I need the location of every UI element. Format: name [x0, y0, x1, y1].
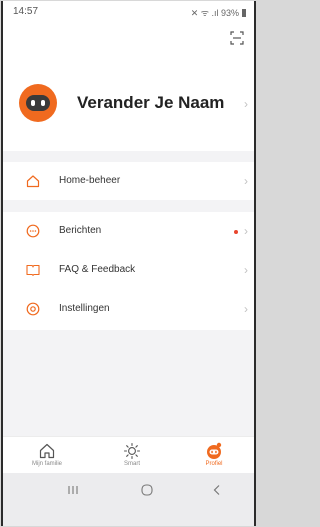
system-nav-bar: [3, 473, 254, 526]
back-icon[interactable]: [209, 483, 225, 497]
tab-label-me: Profiel: [205, 461, 223, 467]
menu-label-faq: FAQ & Feedback: [59, 264, 136, 275]
settings-icon: [26, 302, 40, 316]
house-icon: [39, 443, 55, 459]
chevron-right-icon: ›: [244, 263, 248, 277]
tab-smart[interactable]: Smart: [102, 437, 162, 473]
book-icon: [26, 264, 40, 277]
robot-eye-right: [41, 100, 45, 106]
robot-eye-left: [31, 100, 35, 106]
menu-item-home-management[interactable]: Home-beheer ›: [3, 162, 254, 201]
chevron-right-icon: ›: [244, 302, 248, 316]
menu-item-messages[interactable]: Berichten ›: [3, 212, 254, 251]
notification-dot: [234, 230, 238, 234]
robot-avatar-icon: [207, 442, 222, 459]
profile-header: Verander Je Naam ›: [3, 23, 254, 151]
menu-item-settings[interactable]: Instellingen ›: [3, 290, 254, 329]
menu-label-settings: Instellingen: [59, 303, 110, 314]
profile-name[interactable]: Verander Je Naam: [77, 93, 224, 113]
tab-home[interactable]: Mijn familie: [17, 437, 77, 473]
status-bar: 14:57 ✕ ᯤ .ıl 93%: [3, 1, 254, 23]
menu-label-home-management: Home-beheer: [59, 175, 121, 186]
status-time: 14:57: [13, 6, 39, 17]
phone-screen: 14:57 ✕ ᯤ .ıl 93% Verander Je Naam › Hom…: [1, 1, 256, 526]
avatar[interactable]: [19, 84, 57, 122]
chat-bubble-icon: [26, 224, 40, 238]
menu-group-home: Home-beheer ›: [3, 162, 254, 200]
recent-apps-icon[interactable]: [65, 483, 81, 497]
sun-icon: [123, 442, 141, 460]
house-icon: [26, 175, 40, 188]
tab-label-home: Mijn familie: [31, 461, 62, 467]
tab-me[interactable]: Profiel: [184, 437, 244, 473]
menu-item-faq[interactable]: FAQ & Feedback ›: [3, 251, 254, 290]
tab-label-smart: Smart: [123, 461, 140, 467]
bottom-tab-bar: Mijn familie Smart Profiel: [3, 436, 254, 473]
menu-group-main: Berichten › FAQ & Feedback › Instellinge…: [3, 212, 254, 330]
chevron-right-icon: ›: [244, 224, 248, 238]
menu-label-messages: Berichten: [59, 225, 102, 236]
status-indicators: ✕ ᯤ .ıl 93%: [191, 6, 246, 19]
scan-icon[interactable]: [230, 31, 244, 45]
chevron-right-icon: ›: [244, 174, 248, 188]
battery-icon: [242, 8, 246, 17]
home-button-icon[interactable]: [139, 483, 155, 497]
status-icons-text: ✕ ᯤ .ıl 93%: [190, 8, 239, 18]
robot-face-icon: [26, 95, 50, 111]
chevron-right-icon: ›: [244, 97, 248, 111]
